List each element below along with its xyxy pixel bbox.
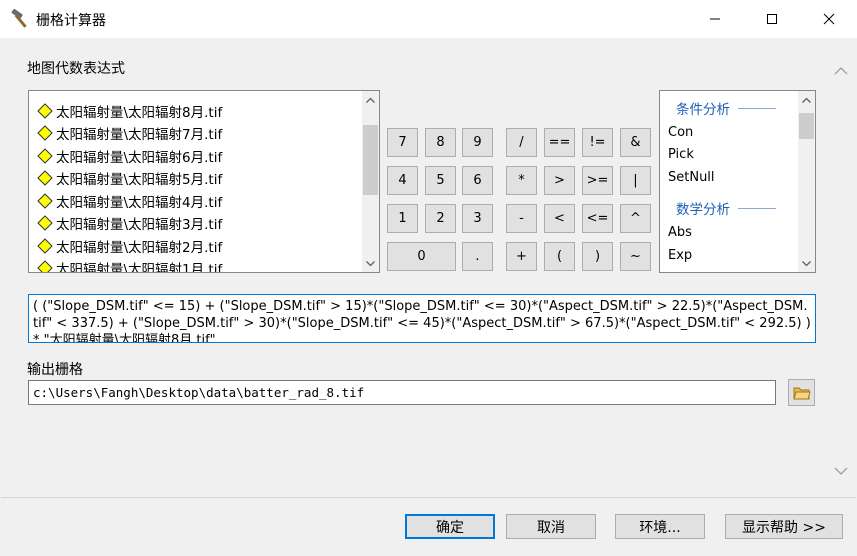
layer-list-scrollbar[interactable] <box>362 91 379 272</box>
layer-name: 太阳辐射量\太阳辐射6月.tif <box>56 150 223 166</box>
scroll-thumb[interactable] <box>363 125 378 195</box>
key-9[interactable]: 9 <box>462 128 493 157</box>
layer-name: 太阳辐射量\太阳辐射3月.tif <box>56 217 223 233</box>
key-not[interactable]: ~ <box>620 242 651 271</box>
list-item[interactable]: 太阳辐射量\太阳辐射7月.tif <box>37 122 222 144</box>
dialog-footer: 确定 取消 环境... 显示帮助 >> <box>1 498 856 555</box>
dialog-scrollbar[interactable] <box>827 38 855 498</box>
scroll-down-icon[interactable] <box>827 462 855 482</box>
list-item[interactable]: 太阳辐射量\太阳辐射4月.tif <box>37 190 222 212</box>
key-6[interactable]: 6 <box>462 166 493 195</box>
key-plus[interactable]: + <box>506 242 537 271</box>
group-divider <box>738 107 776 109</box>
key-open-paren[interactable]: ( <box>544 242 575 271</box>
function-group-header: 数学分析 <box>676 198 776 218</box>
key-not-equal[interactable]: != <box>582 128 613 157</box>
list-item[interactable]: 太阳辐射量\太阳辐射5月.tif <box>37 167 222 189</box>
key-5[interactable]: 5 <box>425 166 456 195</box>
layer-name: 太阳辐射量\太阳辐射5月.tif <box>56 172 223 188</box>
key-2[interactable]: 2 <box>425 204 456 233</box>
raster-layer-diamond-icon <box>37 193 53 209</box>
function-item-setnull[interactable]: SetNull <box>668 170 715 185</box>
output-raster-label: 输出栅格 <box>27 362 83 378</box>
key-less[interactable]: < <box>544 204 575 233</box>
key-4[interactable]: 4 <box>387 166 418 195</box>
key-0[interactable]: 0 <box>387 242 456 271</box>
key-divide[interactable]: / <box>506 128 537 157</box>
scroll-up-icon[interactable] <box>362 91 379 108</box>
key-8[interactable]: 8 <box>425 128 456 157</box>
layer-name: 太阳辐射量\太阳辐射7月.tif <box>56 127 223 143</box>
function-group-label: 条件分析 <box>676 102 730 118</box>
function-list[interactable]: 条件分析 Con Pick SetNull 数学分析 Abs Exp <box>659 90 816 273</box>
raster-layer-diamond-icon <box>37 148 53 164</box>
environments-button[interactable]: 环境... <box>615 514 705 539</box>
layer-list[interactable]: 太阳辐射量\太阳辐射8月.tif 太阳辐射量\太阳辐射7月.tif 太阳辐射量\… <box>28 90 380 273</box>
list-item[interactable]: 太阳辐射量\太阳辐射6月.tif <box>37 145 222 167</box>
output-raster-field[interactable]: c:\Users\Fangh\Desktop\data\batter_rad_8… <box>28 380 776 405</box>
key-greater[interactable]: > <box>544 166 575 195</box>
key-greater-equal[interactable]: >= <box>582 166 613 195</box>
group-divider <box>738 207 776 209</box>
list-item[interactable]: 太阳辐射量\太阳辐射2月.tif <box>37 235 222 257</box>
scroll-up-icon[interactable] <box>827 60 855 80</box>
function-list-scrollbar[interactable] <box>798 91 815 272</box>
raster-layer-diamond-icon <box>37 215 53 231</box>
function-group-label: 数学分析 <box>676 202 730 218</box>
raster-layer-diamond-icon <box>37 125 53 141</box>
layer-name: 太阳辐射量\太阳辐射4月.tif <box>56 195 223 211</box>
list-item[interactable]: 太阳辐射量\太阳辐射3月.tif <box>37 212 222 234</box>
key-close-paren[interactable]: ) <box>582 242 613 271</box>
key-7[interactable]: 7 <box>387 128 418 157</box>
key-and[interactable]: & <box>620 128 651 157</box>
key-less-equal[interactable]: <= <box>582 204 613 233</box>
maximize-button[interactable] <box>743 0 800 38</box>
window-title: 栅格计算器 <box>36 13 106 29</box>
scroll-down-icon[interactable] <box>798 255 815 272</box>
close-button[interactable] <box>800 0 857 38</box>
show-help-button[interactable]: 显示帮助 >> <box>725 514 843 539</box>
title-bar: 栅格计算器 <box>0 0 857 38</box>
key-minus[interactable]: - <box>506 204 537 233</box>
dialog-body: 地图代数表达式 太阳辐射量\太阳辐射8月.tif 太阳辐射量\太阳辐射7月.ti… <box>1 38 856 555</box>
raster-layer-diamond-icon <box>37 238 53 254</box>
function-item-pick[interactable]: Pick <box>668 147 694 162</box>
key-1[interactable]: 1 <box>387 204 418 233</box>
close-icon <box>823 13 834 25</box>
map-algebra-label: 地图代数表达式 <box>27 61 125 77</box>
function-group-header: 条件分析 <box>676 98 776 118</box>
key-equal[interactable]: == <box>544 128 575 157</box>
expression-input[interactable]: ( ("Slope_DSM.tif" <= 15) + ("Slope_DSM.… <box>28 294 816 343</box>
minimize-button[interactable] <box>686 0 743 38</box>
layer-name: 太阳辐射量\太阳辐射1月.tif <box>56 262 223 273</box>
key-xor[interactable]: ^ <box>620 204 651 233</box>
browse-button[interactable] <box>788 379 815 406</box>
key-decimal[interactable]: . <box>462 242 493 271</box>
function-item-exp[interactable]: Exp <box>668 248 692 263</box>
key-or[interactable]: | <box>620 166 651 195</box>
scroll-thumb[interactable] <box>799 113 814 139</box>
raster-layer-diamond-icon <box>37 170 53 186</box>
scroll-up-icon[interactable] <box>798 91 815 108</box>
raster-layer-diamond-icon <box>37 103 53 119</box>
function-item-con[interactable]: Con <box>668 125 693 140</box>
ok-button[interactable]: 确定 <box>405 514 495 539</box>
key-multiply[interactable]: * <box>506 166 537 195</box>
function-item-abs[interactable]: Abs <box>668 225 692 240</box>
scroll-down-icon[interactable] <box>362 255 379 272</box>
cancel-button[interactable]: 取消 <box>506 514 596 539</box>
maximize-icon <box>766 14 777 24</box>
open-folder-icon <box>792 387 811 399</box>
raster-layer-diamond-icon <box>37 260 53 272</box>
hammer-icon <box>10 8 32 29</box>
layer-name: 太阳辐射量\太阳辐射8月.tif <box>56 105 223 121</box>
list-item[interactable]: 太阳辐射量\太阳辐射8月.tif <box>37 100 222 122</box>
list-item[interactable]: 太阳辐射量\太阳辐射1月.tif <box>37 257 223 273</box>
layer-name: 太阳辐射量\太阳辐射2月.tif <box>56 240 223 256</box>
minimize-icon <box>709 18 720 20</box>
key-3[interactable]: 3 <box>462 204 493 233</box>
